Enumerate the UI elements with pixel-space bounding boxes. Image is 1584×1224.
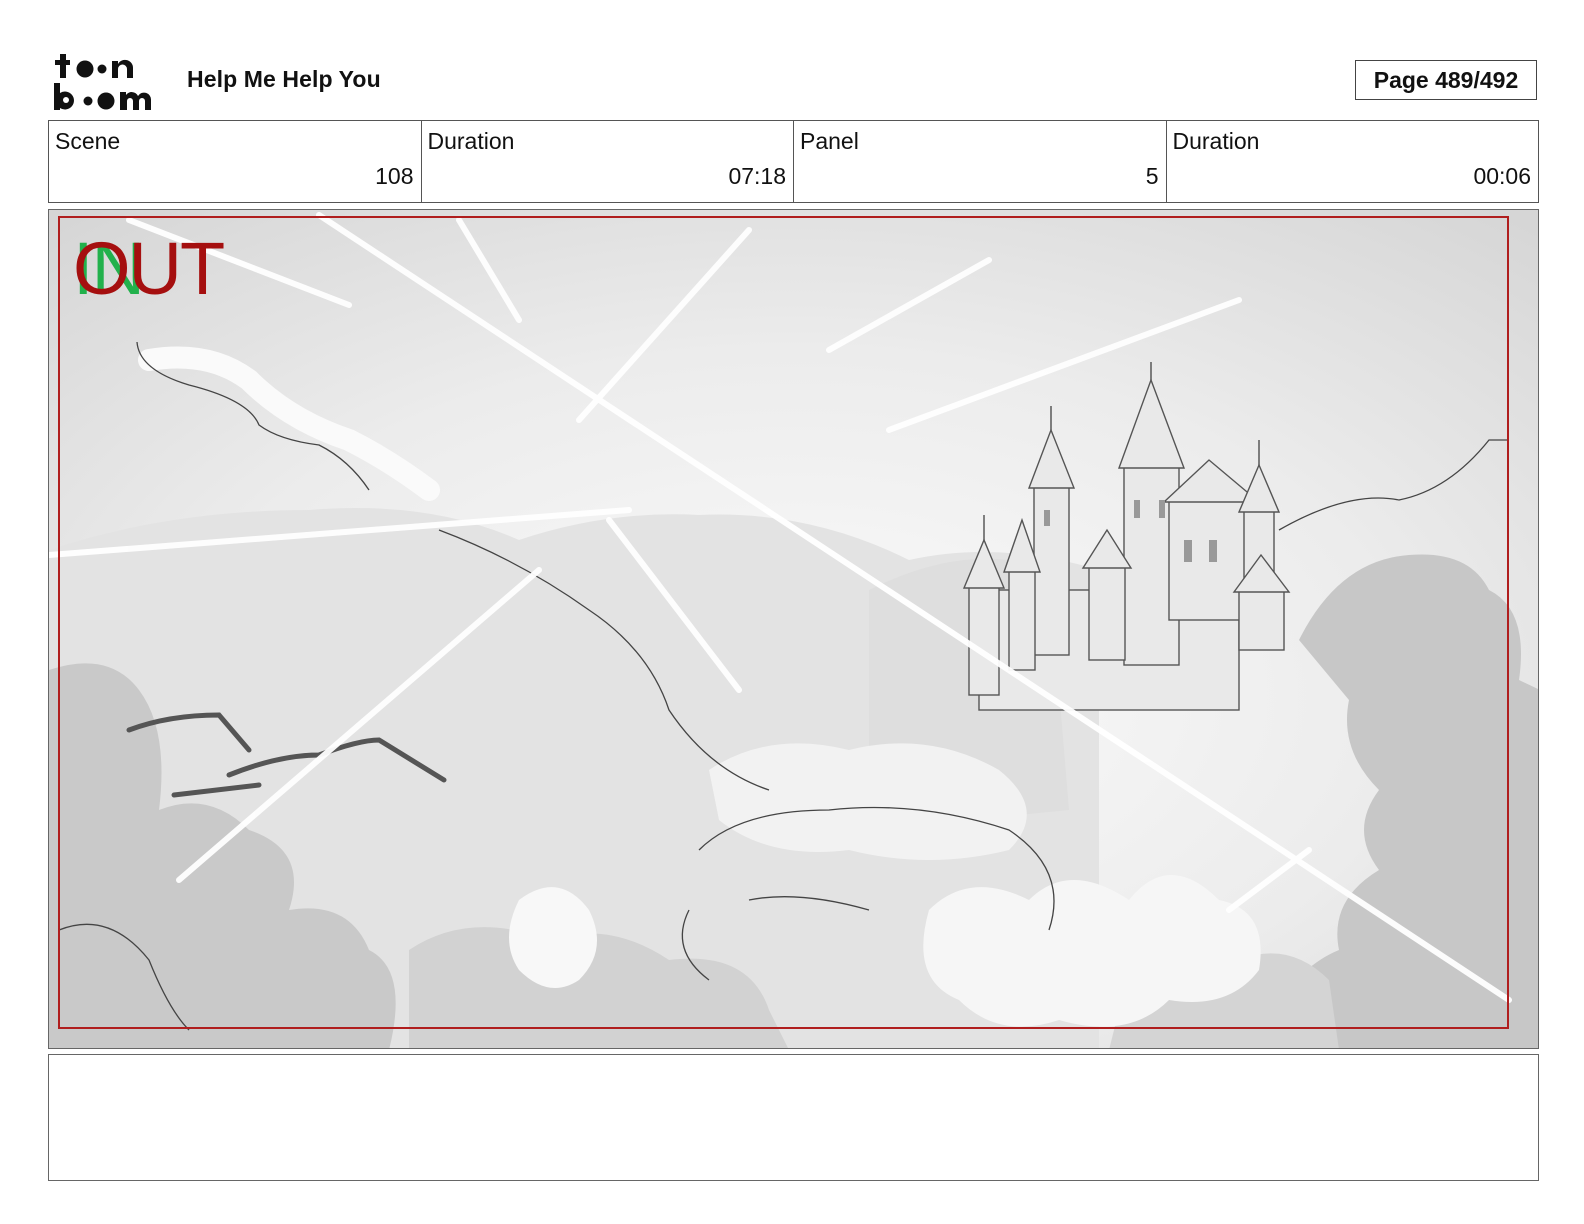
panel-cell: Panel 5 [794,121,1167,202]
scene-value: 108 [375,163,414,189]
scene-label: Scene [55,128,121,154]
scene-cell: Scene 108 [49,121,422,202]
page-indicator: Page 489/492 [1355,60,1537,100]
scene-duration-cell: Duration 07:18 [422,121,794,202]
storyboard-panel: IN OUT [48,209,1539,1049]
castle-sketch-drawing [49,210,1538,1048]
panel-duration-value: 00:06 [1473,163,1531,189]
panel-duration-cell: Duration 00:06 [1167,121,1539,202]
panel-value: 5 [1145,163,1159,189]
project-title: Help Me Help You [187,66,381,92]
scene-duration-label: Duration [427,128,515,154]
out-marker: OUT [73,227,225,310]
panel-notes-box [48,1054,1539,1181]
scene-duration-value: 07:18 [728,163,786,189]
toon-boom-logo [54,54,152,110]
scene-info-table: Scene 108 Duration 07:18 Panel 5 Duratio… [48,120,1539,203]
panel-label: Panel [800,128,859,154]
panel-duration-label: Duration [1172,128,1260,154]
